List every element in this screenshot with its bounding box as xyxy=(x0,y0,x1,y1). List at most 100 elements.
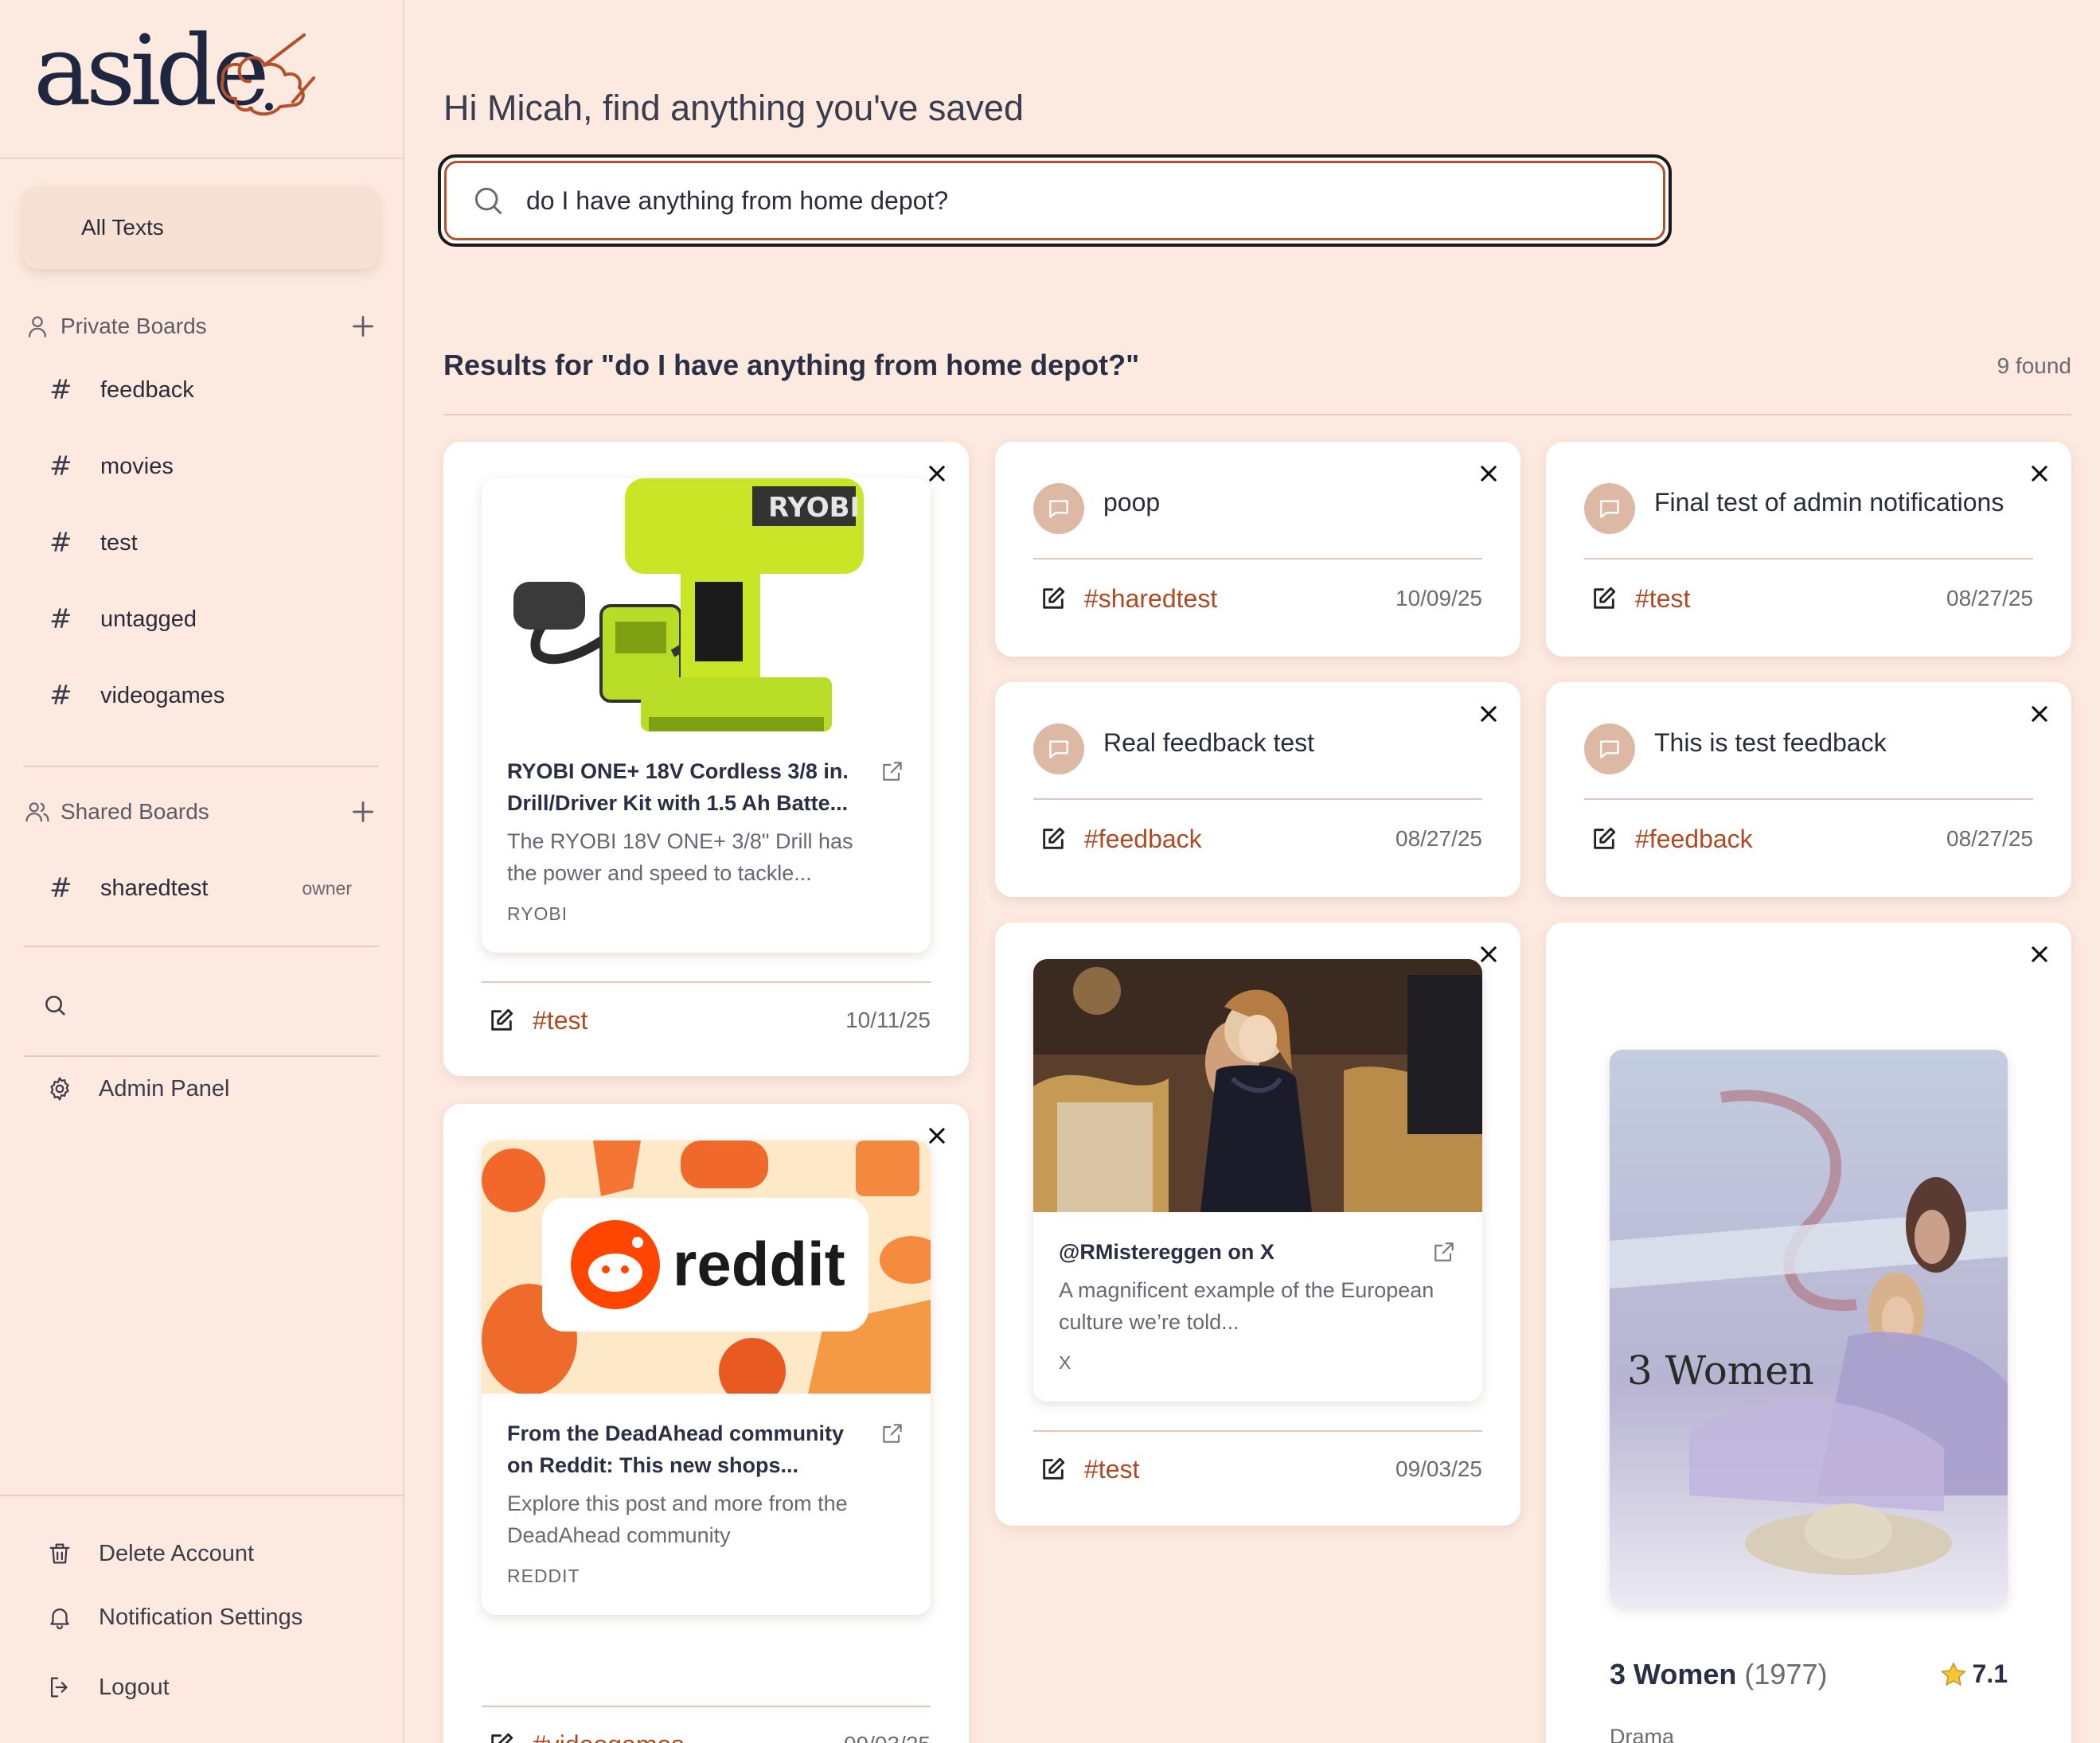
close-icon[interactable] xyxy=(2028,703,2051,725)
card-divider xyxy=(482,1706,931,1707)
card-divider xyxy=(1584,558,2033,560)
link-preview-title: From the DeadAhead community on Reddit: … xyxy=(507,1421,845,1477)
user-icon xyxy=(28,316,47,337)
preview-image: RYOBI xyxy=(482,478,931,731)
preview-image: reddit xyxy=(482,1141,931,1394)
greeting-heading: Hi Micah, find anything you've saved xyxy=(443,88,1024,128)
delete-account-link[interactable]: Delete Account xyxy=(46,1536,381,1571)
card-tag[interactable]: #feedback xyxy=(1084,825,1202,854)
private-boards-label: Private Boards xyxy=(61,314,207,338)
card-tag[interactable]: #test xyxy=(533,1006,587,1035)
result-card-x-post[interactable]: @RMistereggen on X A magnificent example… xyxy=(995,922,1520,1526)
hash-icon: # xyxy=(49,450,72,482)
card-meta: #sharedtest 10/09/25 xyxy=(1033,579,1482,618)
external-link-icon[interactable] xyxy=(880,758,905,784)
note-bubble xyxy=(1033,723,1084,774)
external-link-icon[interactable] xyxy=(1431,1239,1457,1265)
chat-bubble-icon xyxy=(1600,740,1619,758)
edit-icon[interactable] xyxy=(1040,825,1067,852)
edit-icon[interactable] xyxy=(1591,585,1618,612)
card-divider xyxy=(1033,798,1482,800)
add-shared-board-icon[interactable] xyxy=(347,796,379,828)
results-count: 9 found xyxy=(1997,353,2071,378)
close-icon[interactable] xyxy=(1477,703,1500,725)
card-tag[interactable]: #test xyxy=(1084,1455,1139,1484)
movie-poster[interactable]: 3 Women xyxy=(1610,1050,2008,1607)
search-box[interactable] xyxy=(438,154,1672,247)
board-label: videogames xyxy=(100,682,225,708)
result-card-note[interactable]: Real feedback test #feedback 08/27/25 xyxy=(995,682,1520,897)
edit-icon[interactable] xyxy=(1040,1456,1067,1483)
movie-poster-art: 3 Women xyxy=(1610,1050,2008,1607)
movie-title-line[interactable]: 3 Women (1977) xyxy=(1610,1658,1827,1691)
edit-icon[interactable] xyxy=(1591,825,1618,852)
movie-rating: 7.1 xyxy=(1939,1659,2008,1689)
sidebar: aside All Texts Private Boards # feedbac… xyxy=(0,0,404,1743)
card-divider xyxy=(1033,1430,1482,1432)
search-box-inner xyxy=(444,161,1665,240)
note-bubble xyxy=(1584,483,1635,534)
card-tag[interactable]: #sharedtest xyxy=(1084,584,1217,614)
card-date: 10/11/25 xyxy=(845,1008,931,1032)
card-date: 08/27/25 xyxy=(1395,826,1482,851)
result-card-reddit[interactable]: reddit From the DeadAhead community on R… xyxy=(443,1104,969,1743)
preview-image xyxy=(1033,959,1482,1212)
card-divider xyxy=(1584,798,2033,800)
movie-poster-title: 3 Women xyxy=(1627,1347,1814,1394)
close-icon[interactable] xyxy=(2028,462,2051,485)
link-preview[interactable]: @RMistereggen on X A magnificent example… xyxy=(1033,959,1482,1402)
all-texts-button[interactable]: All Texts xyxy=(22,186,379,269)
shared-boards-header: Shared Boards xyxy=(24,796,379,828)
sidebar-item-videogames[interactable]: # videogames xyxy=(49,678,376,713)
movie-rating-value: 7.1 xyxy=(1972,1659,2008,1688)
edit-icon[interactable] xyxy=(488,1007,515,1034)
link-preview[interactable]: RYOBI RYOBI ONE+ 18V Cordless 3/8 in. Dr… xyxy=(482,478,931,953)
result-card-note[interactable]: This is test feedback #feedback 08/27/25 xyxy=(1546,682,2071,897)
result-card-ryobi[interactable]: RYOBI RYOBI ONE+ 18V Cordless 3/8 in. Dr… xyxy=(443,442,969,1076)
hash-icon: # xyxy=(49,872,72,904)
external-link-icon[interactable] xyxy=(880,1421,905,1446)
search-icon xyxy=(474,187,502,215)
card-tag[interactable]: #test xyxy=(1635,584,1690,614)
search-icon[interactable] xyxy=(41,992,68,1019)
close-icon[interactable] xyxy=(1477,462,1500,485)
sidebar-bottom-divider xyxy=(0,1495,404,1496)
card-tag[interactable]: #videogames xyxy=(533,1730,684,1743)
card-divider xyxy=(1033,558,1482,560)
edit-icon[interactable] xyxy=(488,1731,515,1743)
sidebar-item-movies[interactable]: # movies xyxy=(49,449,376,484)
card-meta: #test 09/03/25 xyxy=(1033,1450,1482,1488)
search-input[interactable] xyxy=(526,185,1561,216)
sidebar-item-sharedtest[interactable]: # sharedtest owner xyxy=(49,871,376,906)
card-date: 08/27/25 xyxy=(1946,586,2033,610)
result-card-note[interactable]: poop #sharedtest 10/09/25 xyxy=(995,442,1520,657)
trash-icon xyxy=(49,1543,70,1564)
logout-icon xyxy=(50,1677,68,1698)
star-icon xyxy=(1940,1661,1966,1686)
edit-icon[interactable] xyxy=(1040,585,1067,612)
link-preview[interactable]: reddit From the DeadAhead community on R… xyxy=(482,1141,931,1615)
results-divider xyxy=(443,414,2071,415)
result-card-movie[interactable]: 3 Women 3 Women (1977) 7.1 Drama xyxy=(1546,922,2071,1743)
card-date: 09/03/25 xyxy=(844,1732,931,1743)
close-icon[interactable] xyxy=(2028,943,2051,965)
result-card-note[interactable]: Final test of admin notifications #test … xyxy=(1546,442,2071,657)
notification-settings-link[interactable]: Notification Settings xyxy=(46,1600,381,1635)
logout-link[interactable]: Logout xyxy=(46,1670,381,1705)
add-private-board-icon[interactable] xyxy=(347,310,379,342)
sidebar-divider xyxy=(24,946,379,947)
note-bubble xyxy=(1584,723,1635,774)
card-date: 08/27/25 xyxy=(1946,826,2033,851)
sidebar-item-test[interactable]: # test xyxy=(49,525,376,560)
gear-icon xyxy=(50,1077,69,1101)
link-preview-description: A magnificent example of the European cu… xyxy=(1059,1278,1434,1334)
link-preview-description: Explore this post and more from the Dead… xyxy=(507,1491,848,1547)
link-preview-source: X xyxy=(1059,1352,1072,1373)
admin-panel-link[interactable]: Admin Panel xyxy=(46,1071,381,1106)
sidebar-item-feedback[interactable]: # feedback xyxy=(49,372,376,407)
users-icon xyxy=(25,802,49,822)
card-divider xyxy=(482,981,931,983)
card-tag[interactable]: #feedback xyxy=(1635,825,1753,854)
sidebar-item-untagged[interactable]: # untagged xyxy=(49,602,376,637)
card-meta: #test 10/11/25 xyxy=(482,1001,931,1039)
